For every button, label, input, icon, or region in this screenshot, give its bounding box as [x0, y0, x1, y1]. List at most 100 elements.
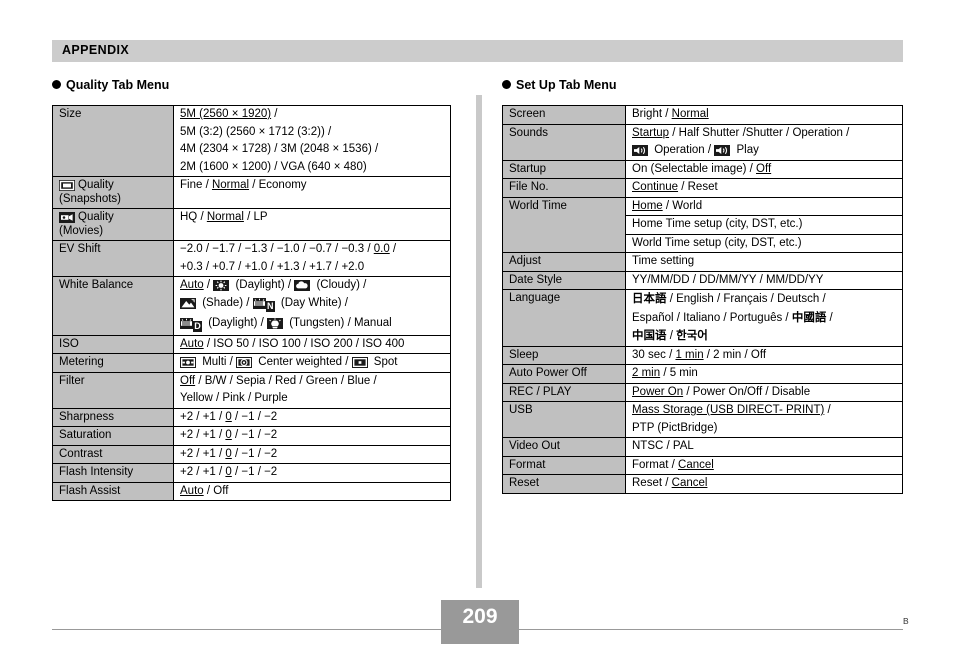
- default-value: Power On: [632, 385, 684, 398]
- setting-label: White Balance: [59, 279, 134, 291]
- setting-label-cell: Screen: [502, 105, 626, 125]
- default-value: Normal: [671, 108, 709, 120]
- value-line: Fine / Normal / Economy: [174, 177, 450, 195]
- setting-label-cell: Language: [502, 289, 626, 347]
- value-text: / Economy: [249, 179, 307, 191]
- setting-label-cell: Format: [502, 455, 626, 475]
- value-line: Home / World: [626, 198, 902, 216]
- value-text: / B/W / Sepia / Red / Green / Blue /: [195, 374, 377, 387]
- value-text: (Tungsten) / Manual: [286, 316, 392, 329]
- value-line: Multi / Center weighted / Spot: [174, 354, 450, 372]
- default-value: Normal: [211, 179, 250, 191]
- value-text: HQ /: [180, 211, 207, 223]
- quality-table-body: Size 5M (2560 × 1920) /5M (3:2) (2560 × 1…: [52, 105, 451, 501]
- value-line: Auto / ISO 50 / ISO 100 / ISO 200 / ISO …: [174, 336, 450, 354]
- value-line: Off / B/W / Sepia / Red / Green / Blue /: [174, 373, 450, 391]
- value-text: / Reset: [678, 181, 718, 193]
- setting-label-cell: REC / PLAY: [502, 382, 626, 402]
- default-value: 0.0: [373, 243, 390, 255]
- section-heading-setup-label: Set Up Tab Menu: [516, 78, 617, 92]
- value-text: PTP (PictBridge): [632, 421, 718, 434]
- section-heading-setup: Set Up Tab Menu: [502, 78, 616, 92]
- value-text: /: [666, 330, 677, 342]
- setting-label: Metering: [59, 356, 104, 368]
- setting-options-cell: Off / B/W / Sepia / Red / Green / Blue /…: [173, 371, 451, 409]
- setting-options-cell: Mass Storage (USB DIRECT- PRINT) / PTP (P…: [625, 401, 903, 438]
- setting-label-cell: Size: [52, 105, 174, 177]
- setting-label: EV Shift: [59, 243, 101, 255]
- setting-label-cell: Date Style: [502, 270, 626, 290]
- metering-multi-icon: [180, 357, 196, 368]
- default-value: Cancel: [678, 458, 714, 471]
- value-text: +2 / +1 /: [180, 429, 226, 441]
- setting-label: Screen: [509, 108, 546, 120]
- value-line: +2 / +1 / 0 / −1 / −2: [174, 427, 450, 445]
- value-text: Bright /: [632, 108, 672, 120]
- setting-options-cell: Multi / Center weighted / Spot: [173, 353, 451, 373]
- value-line: World Time setup (city, DST, etc.): [626, 233, 902, 253]
- value-line: 4M (2304 × 1728) / 3M (2048 × 1536) /: [174, 141, 450, 159]
- table-row: Saturation +2 / +1 / 0 / −1 / −2: [52, 426, 451, 446]
- table-row: Format Format / Cancel: [502, 455, 903, 475]
- movie-quality-icon: [59, 212, 75, 223]
- value-text: 4M (2304 × 1728) / 3M (2048 × 1536) /: [180, 143, 379, 155]
- setup-table-body: Screen Bright / Normal Sounds Startup / Hal…: [502, 105, 903, 494]
- table-row: REC / PLAY Power On / Power On/Off / Disa…: [502, 382, 903, 402]
- value-line: Operation / Play: [626, 142, 902, 160]
- setting-label: Saturation: [59, 429, 112, 441]
- value-text: −2.0 / −1.7 / −1.3 / −1.0 / −0.7 / −0.3 …: [180, 243, 374, 255]
- setting-options-cell: 2 min / 5 min: [625, 364, 903, 384]
- setting-label: Language: [509, 292, 561, 304]
- setting-label-cell: Reset: [502, 474, 626, 494]
- setting-label: Flash Assist: [59, 484, 121, 497]
- cloudy-icon: [294, 280, 311, 291]
- value-text: +2 / +1 /: [180, 466, 226, 478]
- setting-label-cell: Quality (Movies): [52, 208, 174, 241]
- value-line: +2 / +1 / 0 / −1 / −2: [174, 464, 450, 482]
- setting-label-cell: Quality (Snapshots): [52, 176, 174, 209]
- table-row: ISO Auto / ISO 50 / ISO 100 / ISO 200 / I…: [52, 334, 451, 354]
- value-text: / ISO 50 / ISO 100 / ISO 200 / ISO 400: [203, 337, 405, 350]
- metering-center-icon: [236, 357, 253, 368]
- value-text: (Daylight) /: [205, 316, 267, 329]
- page-number-box: 209: [441, 600, 519, 644]
- value-line: Startup / Half Shutter /Shutter / Operat…: [626, 125, 902, 143]
- setting-label: Startup: [509, 162, 547, 175]
- setting-options-cell: 日本語 / English / Français / Deutsch / Espa…: [625, 289, 903, 347]
- table-row: Size 5M (2560 × 1920) /5M (3:2) (2560 × 1…: [52, 105, 451, 177]
- value-text: 2M (1600 × 1200) / VGA (640 × 480): [180, 160, 367, 173]
- table-row: Flash Assist Auto / Off: [52, 481, 451, 501]
- setting-label: Filter: [59, 374, 85, 387]
- value-text: +2 / +1 /: [180, 447, 226, 460]
- setting-label-cell: Flash Intensity: [52, 463, 174, 483]
- setting-options-cell: Bright / Normal: [625, 105, 903, 125]
- default-value: Auto: [180, 337, 204, 350]
- setting-options-cell: HQ / Normal / LP: [173, 208, 451, 241]
- table-row: White Balance Auto / (Daylight) / (Cloudy…: [52, 276, 451, 336]
- value-text: (Day White) /: [277, 296, 348, 309]
- setting-options-cell: 30 sec / 1 min / 2 min / Off: [625, 345, 903, 365]
- setting-options-cell: Auto / Off: [173, 481, 451, 501]
- setting-options-cell: Reset / Cancel: [625, 474, 903, 494]
- setting-label-cell: Video Out: [502, 437, 626, 457]
- table-row: Date Style YY/MM/DD / DD/MM/YY / MM/DD/YY: [502, 270, 903, 290]
- setting-options-cell: +2 / +1 / 0 / −1 / −2: [173, 463, 451, 483]
- page-number: 209: [462, 605, 498, 628]
- value-text: Play: [733, 144, 759, 156]
- value-text: Format /: [632, 458, 679, 471]
- value-text: 5M (3:2) (2560 × 1712 (3:2)) /: [180, 125, 332, 138]
- default-value: Cancel: [671, 477, 708, 489]
- setting-label: Sounds: [509, 126, 549, 139]
- setting-label-cell: Sleep: [502, 345, 626, 365]
- value-text: World Time setup (city, DST, etc.): [632, 236, 802, 249]
- table-row: Sharpness +2 / +1 / 0 / −1 / −2: [52, 407, 451, 427]
- table-row: Filter Off / B/W / Sepia / Red / Green / …: [52, 371, 451, 409]
- value-text: /: [203, 279, 214, 291]
- table-row: File No. Continue / Reset: [502, 178, 903, 198]
- default-value: Auto: [180, 279, 204, 291]
- value-line: Español / Italiano / Português / 中國語 /: [626, 309, 902, 328]
- value-line: NTSC / PAL: [626, 438, 902, 456]
- value-text: / English / Français / Deutsch /: [666, 293, 826, 305]
- setting-options-cell: Home / World Home Time setup (city, DST, …: [625, 196, 903, 253]
- setting-options-cell: Time setting: [625, 252, 903, 272]
